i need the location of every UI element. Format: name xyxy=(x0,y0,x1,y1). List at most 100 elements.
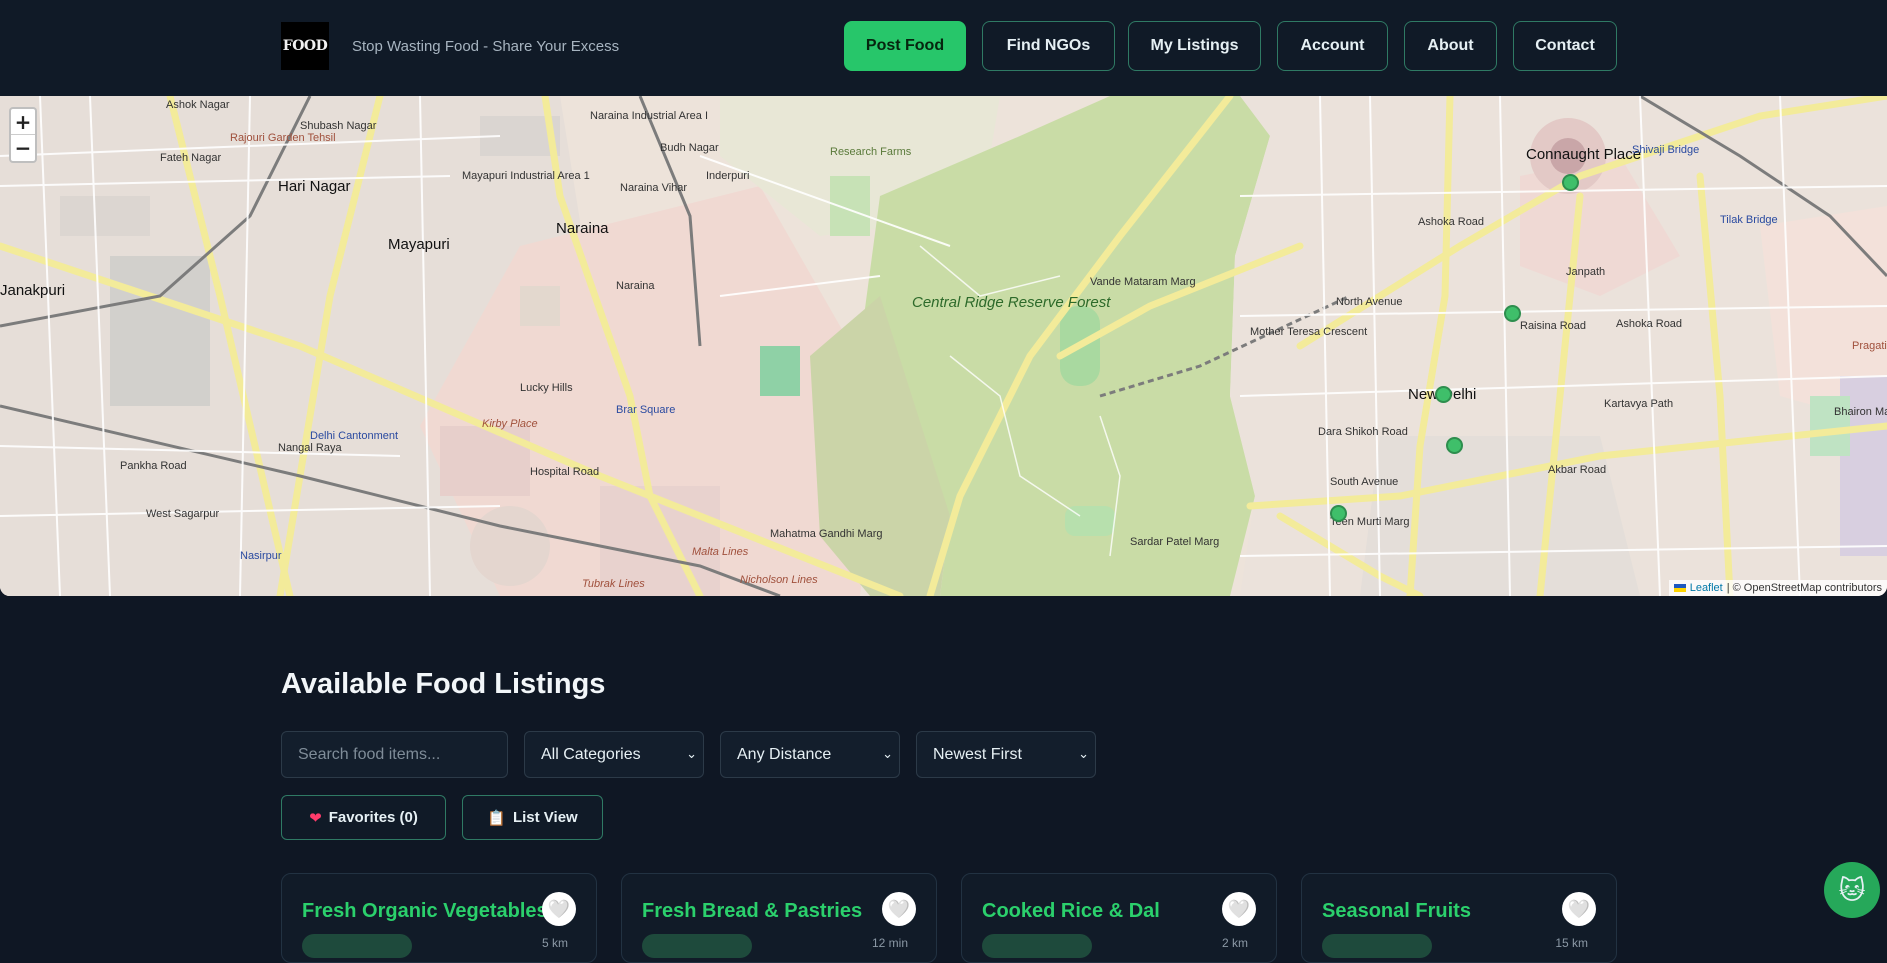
map-label: Tilak Bridge xyxy=(1720,214,1778,226)
map-label: Naraina Industrial Area I xyxy=(590,110,708,122)
food-listing-marker[interactable] xyxy=(1504,305,1521,322)
map-label: Ashok Nagar xyxy=(166,99,230,111)
map-label: Mahatma Gandhi Marg xyxy=(770,528,883,540)
chevron-down-icon: ⌄ xyxy=(882,746,893,761)
chevron-down-icon: ⌄ xyxy=(1078,746,1089,761)
clipboard-icon: 📋 xyxy=(487,809,506,827)
map-label: Lucky Hills xyxy=(520,382,573,394)
food-card[interactable]: Seasonal Fruits 🤍 15 km xyxy=(1301,873,1617,963)
map-label: Fateh Nagar xyxy=(160,152,222,164)
distance-select-value: Any Distance xyxy=(737,745,832,763)
map-label: Dara Shikoh Road xyxy=(1318,426,1408,438)
category-chip xyxy=(642,934,752,958)
map-label: Vande Mataram Marg xyxy=(1090,276,1196,288)
map-label: Nangal Raya xyxy=(278,442,342,454)
food-listing-marker[interactable] xyxy=(1446,437,1463,454)
map-label: Ashoka Road xyxy=(1616,318,1683,330)
favorite-heart-icon[interactable]: 🤍 xyxy=(1562,892,1596,926)
map-label: Mother Teresa Crescent xyxy=(1250,326,1368,338)
map-label: Naraina Vihar xyxy=(620,182,688,194)
map-label: Naraina xyxy=(556,220,609,237)
food-card[interactable]: Cooked Rice & Dal 🤍 2 km xyxy=(961,873,1277,963)
map-label: Mayapuri xyxy=(388,236,450,253)
map-label: Brar Square xyxy=(616,404,676,416)
top-navigation-bar: FOOD Stop Wasting Food - Share Your Exce… xyxy=(0,0,1887,96)
category-select-value: All Categories xyxy=(541,745,641,763)
category-chip xyxy=(982,934,1092,958)
map-label: Akbar Road xyxy=(1548,464,1607,476)
category-chip xyxy=(302,934,412,958)
chat-bot-button[interactable]: 🐱 xyxy=(1824,862,1880,918)
tagline: Stop Wasting Food - Share Your Excess xyxy=(352,38,620,55)
map-label: Kartavya Path xyxy=(1604,398,1674,410)
food-card-meta: 2 km xyxy=(1221,936,1248,950)
leaflet-link[interactable]: Leaflet xyxy=(1690,582,1723,594)
favorite-heart-icon[interactable]: 🤍 xyxy=(882,892,916,926)
map-label: Pankha Road xyxy=(120,460,187,472)
food-map[interactable]: Ashok Nagar Shubash Nagar Rajouri Garden… xyxy=(0,96,1887,596)
food-listing-marker[interactable] xyxy=(1330,505,1347,522)
map-label: Nasirpur xyxy=(240,550,282,562)
map-label: Central Ridge Reserve Forest xyxy=(912,294,1111,311)
logo[interactable]: FOOD xyxy=(281,22,329,70)
category-chip xyxy=(1322,934,1432,958)
zoom-in-button[interactable]: + xyxy=(11,109,35,135)
map-label: Malta Lines xyxy=(692,546,749,558)
ukraine-flag-icon xyxy=(1673,584,1686,592)
logo-text: FOOD xyxy=(282,38,328,54)
food-card-meta: 12 min xyxy=(871,936,908,950)
food-card-title: Fresh Organic Vegetables xyxy=(302,900,548,922)
food-listing-marker[interactable] xyxy=(1435,386,1452,403)
food-card[interactable]: Fresh Organic Vegetables 🤍 5 km xyxy=(281,873,597,963)
chat-bot-icon: 🐱 xyxy=(1838,874,1866,905)
chevron-down-icon: ⌄ xyxy=(686,746,697,761)
map-label: Inderpuri xyxy=(706,170,750,182)
map-label: Raisina Road xyxy=(1520,320,1587,332)
map-label: Connaught Place xyxy=(1526,146,1642,163)
sort-select-value: Newest First xyxy=(933,745,1022,763)
post-food-button[interactable]: Post Food xyxy=(844,21,966,71)
map-attribution: Leaflet | © OpenStreetMap contributors xyxy=(1668,580,1887,596)
category-select[interactable]: All Categories ⌄ xyxy=(524,731,704,778)
map-label: Naraina xyxy=(616,280,655,292)
food-listing-marker[interactable] xyxy=(1562,174,1579,191)
map-label: South Avenue xyxy=(1330,476,1399,488)
search-input[interactable]: Search food items... xyxy=(281,731,508,778)
map-label: Kirby Place xyxy=(482,418,538,430)
favorite-heart-icon[interactable]: 🤍 xyxy=(542,892,576,926)
map-label: Mayapuri Industrial Area 1 xyxy=(462,170,590,182)
map-label: Delhi Cantonment xyxy=(310,430,399,442)
section-title: Available Food Listings xyxy=(281,668,606,700)
map-label: Ashoka Road xyxy=(1418,216,1485,228)
map-label: Hari Nagar xyxy=(278,178,351,195)
map-label: Hospital Road xyxy=(530,466,600,478)
my-listings-button[interactable]: My Listings xyxy=(1128,21,1261,71)
map-label: Bhairon Marg xyxy=(1834,406,1887,418)
food-card-meta: 15 km xyxy=(1555,936,1588,950)
food-card-meta: 5 km xyxy=(541,936,568,950)
zoom-out-button[interactable]: − xyxy=(11,135,35,161)
account-button[interactable]: Account xyxy=(1277,21,1388,71)
map-label: Rajouri Garden Tehsil xyxy=(230,132,336,144)
map-label: West Sagarpur xyxy=(146,508,220,520)
map-label: Pragati Maidan xyxy=(1852,340,1887,352)
map-label: Research Farms xyxy=(830,146,912,158)
find-ngos-button[interactable]: Find NGOs xyxy=(982,21,1115,71)
favorites-button[interactable]: ❤ Favorites (0) xyxy=(281,795,446,840)
about-button[interactable]: About xyxy=(1404,21,1497,71)
favorite-heart-icon[interactable]: 🤍 xyxy=(1222,892,1256,926)
list-view-button[interactable]: 📋 List View xyxy=(462,795,603,840)
distance-select[interactable]: Any Distance ⌄ xyxy=(720,731,900,778)
food-card[interactable]: Fresh Bread & Pastries 🤍 12 min xyxy=(621,873,937,963)
map-label: Janpath xyxy=(1566,266,1606,278)
list-view-label: List View xyxy=(512,809,578,826)
contact-button[interactable]: Contact xyxy=(1513,21,1617,71)
map-label: Nicholson Lines xyxy=(740,574,818,586)
osm-attribution: | © OpenStreetMap contributors xyxy=(1726,582,1882,594)
food-card-title: Cooked Rice & Dal xyxy=(982,900,1160,922)
sort-select[interactable]: Newest First ⌄ xyxy=(916,731,1096,778)
map-label: Janakpuri xyxy=(0,282,66,299)
map-label: Tubrak Lines xyxy=(582,578,645,590)
map-label: Shubash Nagar xyxy=(300,120,377,132)
map-label: Shivaji Bridge xyxy=(1632,144,1700,156)
